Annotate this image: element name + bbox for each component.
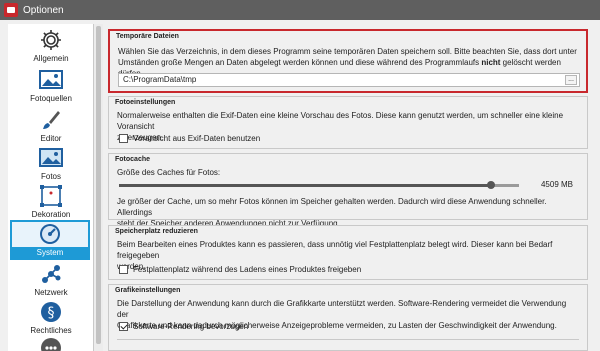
- sidebar-item-label: Allgemein: [33, 54, 69, 63]
- group-title: Temporäre Dateien: [116, 33, 179, 40]
- sidebar-item-label: Netzwerk: [34, 288, 68, 297]
- frame-icon: [39, 184, 63, 208]
- description-line: Die Darstellung der Anwendung kann durch…: [117, 299, 567, 319]
- sidebar-item-label: System: [12, 247, 88, 258]
- software-rendering-checkbox-row[interactable]: Software-Rendering bevorzugen: [119, 322, 248, 331]
- exif-preview-checkbox-row[interactable]: Voransicht aus Exif-Daten benutzen: [119, 134, 260, 143]
- group-title: Fotoeinstellungen: [115, 99, 176, 106]
- sidebar-item-more[interactable]: [8, 336, 94, 351]
- sidebar-scrollbar-thumb[interactable]: [96, 26, 101, 344]
- app-logo-icon: [4, 3, 18, 17]
- group-photo-settings: Fotoeinstellungen Normalerweise enthalte…: [108, 96, 588, 149]
- window-title: Optionen: [23, 4, 64, 16]
- free-disk-checkbox[interactable]: [119, 265, 128, 274]
- free-disk-checkbox-row[interactable]: Festplattenplatz während des Ladens eine…: [119, 265, 361, 274]
- slider-thumb[interactable]: [487, 181, 495, 189]
- checkbox-label: Voransicht aus Exif-Daten benutzen: [133, 134, 261, 143]
- description-line: Beim Bearbeiten eines Produktes kann es …: [117, 240, 553, 260]
- sidebar-item-label: Dekoration: [31, 210, 71, 219]
- description-line: Normalerweise enthalten die Exif-Daten e…: [117, 111, 564, 131]
- group-title: Fotocache: [115, 156, 151, 163]
- sidebar-item-system[interactable]: System: [10, 220, 90, 260]
- cache-size-label: Größe des Caches für Fotos:: [117, 168, 221, 177]
- temp-path-value: C:\ProgramData\tmp: [123, 75, 197, 84]
- sidebar: Allgemein Fotoquellen Editor Fotos Dekor…: [8, 24, 94, 351]
- description-line: Wählen Sie das Verzeichnis, in dem diese…: [118, 47, 577, 56]
- sidebar-item-netzwerk[interactable]: Netzwerk: [8, 262, 94, 297]
- browse-button[interactable]: ...: [565, 75, 577, 85]
- group-graphics-settings: Grafikeinstellungen Die Darstellung der …: [108, 284, 588, 351]
- group-temp-files: Temporäre Dateien Wählen Sie das Verzeic…: [108, 29, 588, 93]
- cache-size-value: 4509 MB: [540, 180, 573, 189]
- chat-icon: [39, 336, 63, 351]
- sidebar-item-label: Rechtliches: [30, 326, 72, 335]
- checkbox-label: Software-Rendering bevorzugen: [133, 322, 249, 331]
- group-photo-cache: Fotocache Größe des Caches für Fotos: 45…: [108, 153, 588, 228]
- sidebar-item-fotoquellen[interactable]: Fotoquellen: [8, 68, 94, 103]
- slider-fill: [119, 184, 491, 187]
- sidebar-item-label: Fotos: [40, 172, 61, 181]
- sidebar-item-label: Editor: [40, 134, 62, 143]
- group-reduce-storage: Speicherplatz reduzieren Beim Bearbeiten…: [108, 225, 588, 280]
- software-rendering-checkbox[interactable]: [119, 322, 128, 331]
- divider: [117, 339, 579, 340]
- emphasis-text: nicht: [481, 58, 501, 67]
- exif-preview-checkbox[interactable]: [119, 134, 128, 143]
- checkbox-label: Festplattenplatz während des Ladens eine…: [133, 265, 362, 274]
- brush-icon: [39, 108, 63, 132]
- temp-path-input[interactable]: C:\ProgramData\tmp ...: [118, 73, 580, 87]
- paragraph-icon: §: [39, 300, 63, 324]
- svg-text:§: §: [48, 305, 55, 321]
- cache-size-slider[interactable]: [119, 181, 519, 189]
- gear-icon: [39, 28, 63, 52]
- group-title: Speicherplatz reduzieren: [115, 228, 198, 235]
- network-icon: [39, 262, 63, 286]
- sidebar-item-allgemein[interactable]: Allgemein: [8, 28, 94, 63]
- speedometer-icon: [38, 222, 62, 246]
- sidebar-item-label: Fotoquellen: [30, 94, 72, 103]
- sidebar-item-fotos[interactable]: Fotos: [8, 146, 94, 181]
- group-title: Grafikeinstellungen: [115, 287, 181, 294]
- sidebar-item-editor[interactable]: Editor: [8, 108, 94, 143]
- description-line: Umständen große Mengen an Daten abgelegt…: [118, 58, 482, 67]
- description-line: Je größer der Cache, um so mehr Fotos kö…: [117, 197, 547, 217]
- title-bar: Optionen: [0, 0, 600, 20]
- photo-icon: [39, 68, 63, 92]
- image-icon: [39, 146, 63, 170]
- sidebar-item-dekoration[interactable]: Dekoration: [8, 184, 94, 219]
- sidebar-item-rechtliches[interactable]: § Rechtliches: [8, 300, 94, 335]
